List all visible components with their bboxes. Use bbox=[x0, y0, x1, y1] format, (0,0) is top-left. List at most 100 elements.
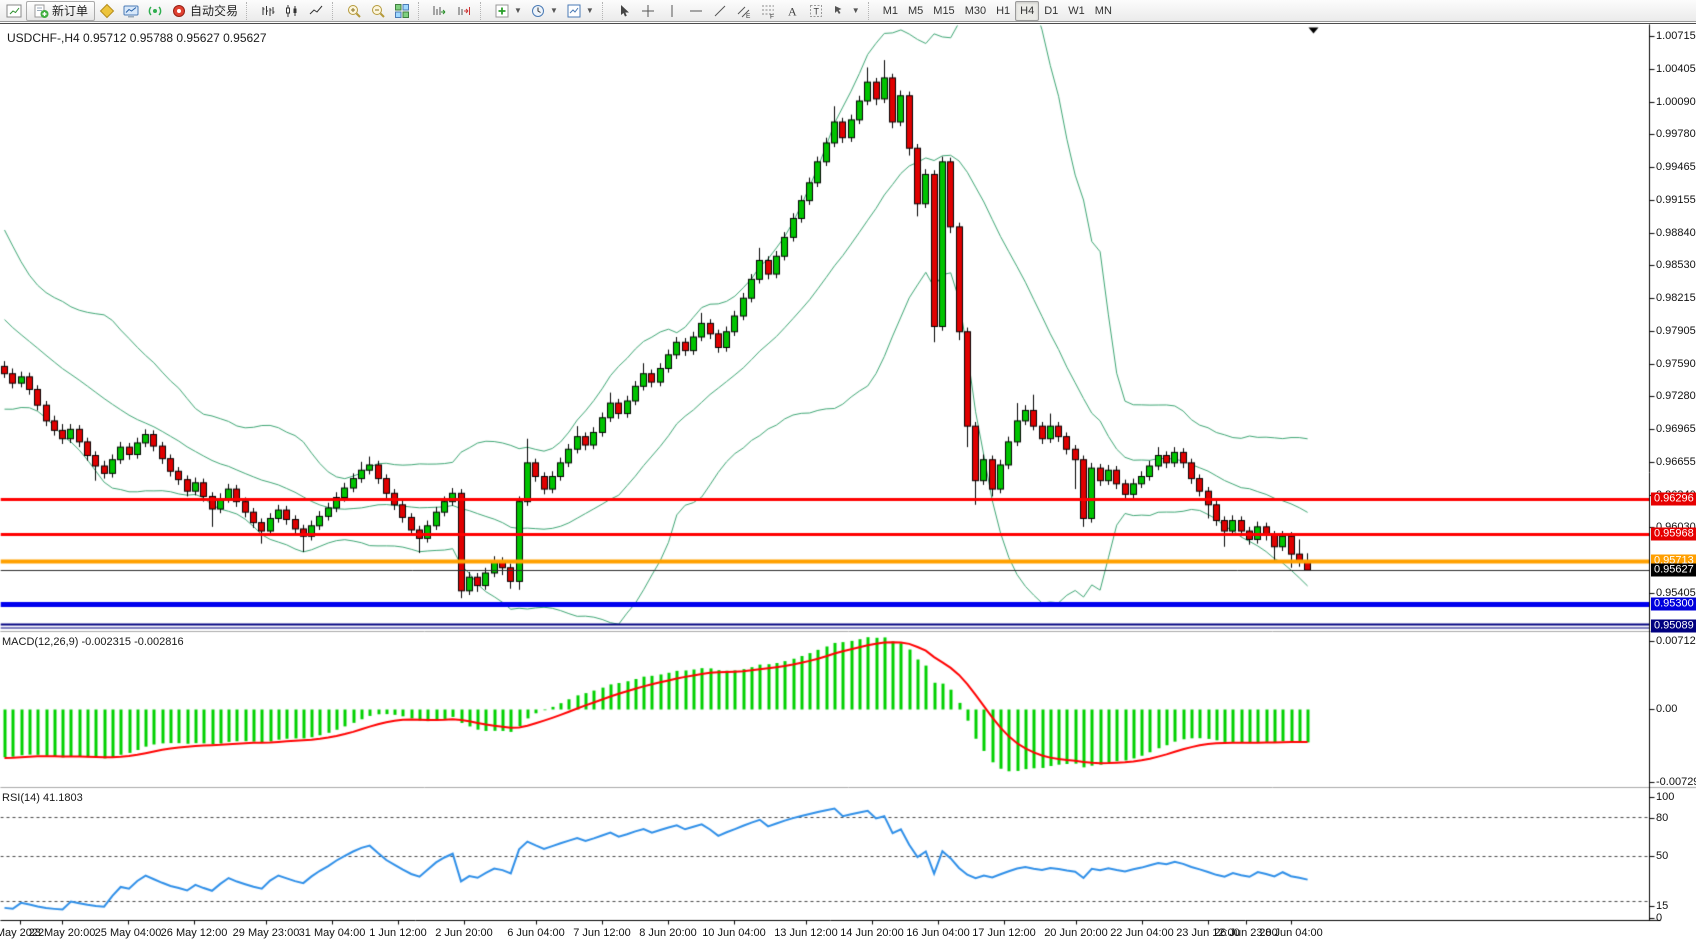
vertical-line-button[interactable] bbox=[660, 1, 684, 21]
arrows-button[interactable]: ▼ bbox=[828, 1, 864, 21]
indicators-button[interactable]: ▼ bbox=[490, 1, 526, 21]
tile-windows-button[interactable] bbox=[390, 1, 414, 21]
bar-chart-button[interactable] bbox=[256, 1, 280, 21]
cursor-button[interactable] bbox=[612, 1, 636, 21]
metaeditor-icon[interactable] bbox=[95, 1, 119, 21]
time-axis-label: 2 Jun 20:00 bbox=[435, 927, 493, 939]
trendline-button[interactable] bbox=[708, 1, 732, 21]
dropdown-arrow-icon[interactable]: ▼ bbox=[550, 6, 558, 15]
channel-icon: E bbox=[736, 3, 752, 19]
time-axis-label: 22 Jun 04:00 bbox=[1110, 927, 1174, 939]
signals-icon[interactable] bbox=[143, 1, 167, 21]
auto-scroll-button[interactable] bbox=[428, 1, 452, 21]
price-axis-tick: 0.96965 bbox=[1656, 423, 1696, 435]
zoom-in-button[interactable] bbox=[342, 1, 366, 21]
horizontal-line-button[interactable] bbox=[684, 1, 708, 21]
price-axis-tick: 0.97590 bbox=[1656, 358, 1696, 370]
new-order-button-label: 新订单 bbox=[52, 2, 88, 19]
template-icon bbox=[566, 3, 582, 19]
time-axis-label: 13 Jun 12:00 bbox=[774, 927, 838, 939]
text-button[interactable]: A bbox=[780, 1, 804, 21]
toolbar-separator bbox=[332, 2, 339, 20]
macd-indicator-label: MACD(12,26,9) -0.002315 -0.002816 bbox=[2, 636, 184, 648]
market-watch-icon[interactable] bbox=[119, 1, 143, 21]
price-axis-tick: 0.98215 bbox=[1656, 292, 1696, 304]
dropdown-arrow-icon[interactable]: ▼ bbox=[852, 6, 860, 15]
toolbar-group-zoom bbox=[342, 0, 414, 22]
rsi-indicator-label: RSI(14) 41.1803 bbox=[2, 792, 83, 804]
chart-canvas[interactable] bbox=[0, 24, 1696, 945]
candlestick-chart-button[interactable] bbox=[280, 1, 304, 21]
terminal-window: 新订单自动交易▼▼▼EFAT▼M1M5M15M30H1H4D1W1MN 1 US… bbox=[0, 0, 1696, 945]
toolbar: 新订单 自动交易 ▼ ▼ ▼ E F AT ▼ M1M5M15M30H1H4D1W1MN bbox=[0, 0, 1696, 22]
crosshair-icon bbox=[640, 3, 656, 19]
line-chart-button[interactable] bbox=[304, 1, 328, 21]
rsi-axis-tick: 0 bbox=[1656, 912, 1662, 924]
rsi-axis-tick: 15 bbox=[1656, 900, 1668, 912]
toolbar-group-timeframes: M1M5M15M30H1H4D1W1MN bbox=[878, 0, 1117, 22]
clock-icon bbox=[530, 3, 546, 19]
time-axis-label: 7 Jun 12:00 bbox=[573, 927, 631, 939]
editor-icon bbox=[99, 3, 115, 19]
chart-area: USDCHF-,H4 0.95712 0.95788 0.95627 0.956… bbox=[0, 23, 1696, 945]
templates-button[interactable]: ▼ bbox=[562, 1, 598, 21]
timeframe-H1[interactable]: H1 bbox=[991, 1, 1015, 21]
periods-button[interactable]: ▼ bbox=[526, 1, 562, 21]
auto-trading-button-label: 自动交易 bbox=[190, 2, 238, 19]
charts-icon[interactable] bbox=[2, 1, 26, 21]
auto-trading-button[interactable]: 自动交易 bbox=[167, 1, 242, 21]
crosshair-button[interactable] bbox=[636, 1, 660, 21]
neworder-icon bbox=[33, 3, 49, 19]
timeframe-M15[interactable]: M15 bbox=[928, 1, 959, 21]
timeframe-W1[interactable]: W1 bbox=[1063, 1, 1090, 21]
price-axis-tick: 0.98840 bbox=[1656, 227, 1696, 239]
timeframe-H4[interactable]: H4 bbox=[1015, 1, 1039, 21]
svg-text:E: E bbox=[746, 13, 751, 19]
rsi-axis-tick: 50 bbox=[1656, 850, 1668, 862]
bars-icon bbox=[260, 3, 276, 19]
time-axis-label: 6 Jun 04:00 bbox=[507, 927, 565, 939]
text-label-button[interactable]: T bbox=[804, 1, 828, 21]
dropdown-arrow-icon[interactable]: ▼ bbox=[514, 6, 522, 15]
macd-axis-tick: -0.00729 bbox=[1656, 776, 1696, 788]
zoom-out-button[interactable] bbox=[366, 1, 390, 21]
price-axis-tick: 0.96655 bbox=[1656, 456, 1696, 468]
fibonacci-button[interactable]: F bbox=[756, 1, 780, 21]
shiftend-icon bbox=[456, 3, 472, 19]
price-axis-tick: 1.00090 bbox=[1656, 96, 1696, 108]
new-order-button[interactable]: 新订单 bbox=[26, 1, 95, 21]
time-axis-label: 28 Jun 04:00 bbox=[1259, 927, 1323, 939]
toolbar-separator bbox=[602, 2, 609, 20]
timeframe-M1[interactable]: M1 bbox=[878, 1, 903, 21]
toolbar-group-objects: E F AT ▼ bbox=[612, 0, 864, 22]
dropdown-arrow-icon[interactable]: ▼ bbox=[586, 6, 594, 15]
tline-icon bbox=[712, 3, 728, 19]
price-axis-tick: 0.99155 bbox=[1656, 194, 1696, 206]
time-axis-label: 17 Jun 12:00 bbox=[972, 927, 1036, 939]
chart-shift-button[interactable] bbox=[452, 1, 476, 21]
timeframe-M5[interactable]: M5 bbox=[903, 1, 928, 21]
zoomin-icon bbox=[346, 3, 362, 19]
rsi-axis-tick: 80 bbox=[1656, 812, 1668, 824]
svg-text:F: F bbox=[770, 13, 774, 19]
app-icon bbox=[6, 3, 22, 19]
time-axis-label: 8 Jun 20:00 bbox=[639, 927, 697, 939]
timeframe-D1[interactable]: D1 bbox=[1039, 1, 1063, 21]
price-axis-tick: 0.98530 bbox=[1656, 259, 1696, 271]
time-axis-label: 26 May 12:00 bbox=[161, 927, 228, 939]
shapes-icon bbox=[832, 3, 848, 19]
timeframe-M30[interactable]: M30 bbox=[960, 1, 991, 21]
market-icon bbox=[123, 3, 139, 19]
svg-text:A: A bbox=[788, 4, 797, 18]
price-axis-tick: 1.00405 bbox=[1656, 63, 1696, 75]
time-axis-label: 23 May 20:00 bbox=[29, 927, 96, 939]
price-axis-tick: 0.97280 bbox=[1656, 390, 1696, 402]
price-axis-tick: 0.97905 bbox=[1656, 325, 1696, 337]
timeframe-MN[interactable]: MN bbox=[1090, 1, 1117, 21]
labelT-icon: T bbox=[808, 3, 824, 19]
equidistant-channel-button[interactable]: E bbox=[732, 1, 756, 21]
price-line-badge: 0.95627 bbox=[1651, 563, 1696, 576]
price-line-badge: 0.96296 bbox=[1651, 493, 1696, 506]
time-axis-label: 20 Jun 20:00 bbox=[1044, 927, 1108, 939]
macd-axis-tick: 0.007129 bbox=[1656, 635, 1696, 647]
